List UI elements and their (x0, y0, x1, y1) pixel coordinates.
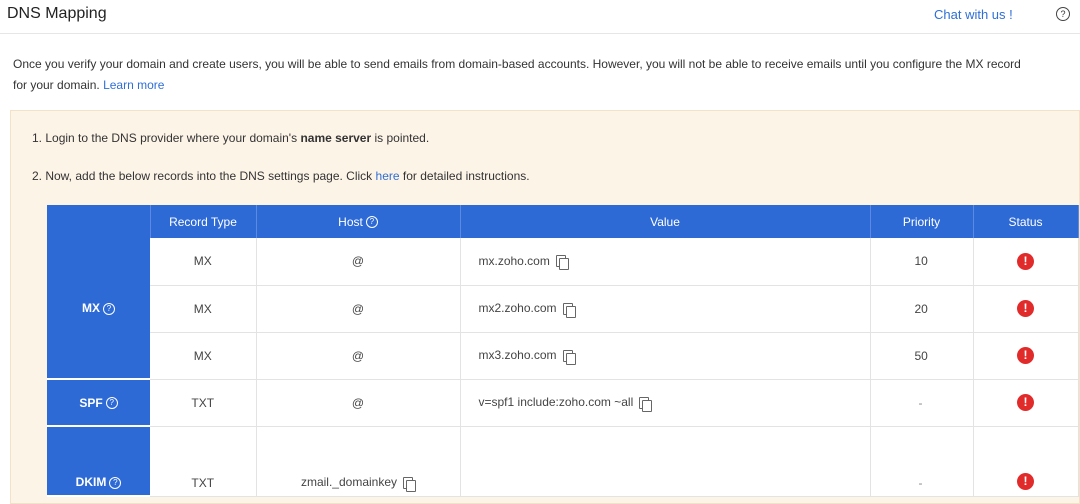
error-icon[interactable]: ! (1017, 347, 1034, 364)
column-header-host-label: Host (338, 214, 363, 229)
error-icon[interactable]: ! (1017, 300, 1034, 317)
column-header-host: Host? (256, 205, 461, 238)
copy-icon[interactable] (562, 349, 576, 365)
column-header-priority: Priority (870, 205, 974, 238)
copy-icon[interactable] (639, 396, 653, 412)
value-cell: mx3.zoho.com (460, 332, 871, 380)
spf-group-label: SPF? (47, 379, 150, 427)
table-row: SPF? TXT @ v=spf1 include:zoho.com ~all … (47, 379, 1079, 427)
column-header-value: Value (460, 205, 871, 238)
table-row: DKIM? TXT zmail._domainkey - ! (47, 426, 1079, 497)
record-type-cell: MX (150, 332, 257, 380)
chat-with-us-link[interactable]: Chat with us ! (934, 7, 1013, 22)
error-icon[interactable]: ! (1017, 252, 1034, 270)
priority-cell: 10 (870, 238, 974, 286)
column-header-status: Status (973, 205, 1079, 238)
dkim-help-icon[interactable]: ? (109, 476, 122, 489)
value-text: mx3.zoho.com (478, 348, 557, 363)
status-cell: ! (973, 379, 1079, 427)
learn-more-link[interactable]: Learn more (103, 78, 164, 92)
table-row: MX @ mx2.zoho.com 20 ! (47, 285, 1079, 333)
column-header-group (47, 205, 151, 238)
record-type-cell: TXT (150, 379, 257, 427)
step-2-pre: 2. Now, add the below records into the D… (32, 169, 376, 183)
step-2: 2. Now, add the below records into the D… (32, 169, 530, 183)
table-row: MX? MX @ mx.zoho.com 10 ! (47, 238, 1079, 380)
host-cell: @ (256, 332, 461, 380)
copy-icon[interactable] (403, 476, 417, 492)
value-cell (460, 426, 871, 497)
value-text: mx.zoho.com (478, 254, 550, 269)
dkim-group-label: DKIM? (47, 426, 150, 497)
host-cell: @ (256, 285, 461, 333)
status-cell: ! (973, 238, 1079, 286)
spf-group-text: SPF (79, 395, 103, 410)
spf-help-icon[interactable]: ? (105, 397, 118, 410)
error-icon[interactable]: ! (1017, 394, 1034, 411)
page-title: DNS Mapping (7, 5, 107, 22)
step-1-pre: 1. Login to the DNS provider where your … (32, 131, 301, 145)
copy-icon[interactable] (562, 302, 576, 318)
value-cell: mx2.zoho.com (460, 285, 871, 333)
priority-cell: 20 (870, 285, 974, 333)
value-text: mx2.zoho.com (478, 301, 557, 316)
host-help-icon[interactable]: ? (365, 216, 378, 229)
copy-icon[interactable] (555, 255, 569, 271)
page-header: DNS Mapping Chat with us ! ? (0, 0, 1080, 34)
record-type-cell: TXT (150, 426, 257, 497)
host-cell: @ (256, 238, 461, 286)
status-cell: ! (973, 426, 1079, 497)
instructions-panel: 1. Login to the DNS provider where your … (10, 110, 1080, 504)
host-text: zmail._domainkey (300, 475, 398, 490)
step-1-post: is pointed. (371, 131, 430, 145)
here-link[interactable]: here (376, 169, 400, 183)
column-header-record-type: Record Type (150, 205, 257, 238)
step-1: 1. Login to the DNS provider where your … (32, 131, 429, 145)
intro-line-1: Once you verify your domain and create u… (13, 57, 1021, 71)
record-type-cell: MX (150, 285, 257, 333)
priority-cell: - (870, 379, 974, 427)
status-cell: ! (973, 285, 1079, 333)
table-row: MX @ mx3.zoho.com 50 ! (47, 332, 1079, 380)
record-type-cell: MX (150, 238, 257, 286)
intro-line-2-text: for your domain. (13, 78, 100, 92)
error-icon[interactable]: ! (1017, 472, 1034, 490)
dkim-group-text: DKIM (75, 475, 107, 489)
host-cell: @ (256, 379, 461, 427)
mx-group-text: MX (82, 301, 100, 315)
value-cell: v=spf1 include:zoho.com ~all (460, 379, 871, 427)
status-cell: ! (973, 332, 1079, 380)
mx-group-label: MX? (47, 238, 150, 380)
dns-records-table: Record Type Host? Value Priority Status … (47, 205, 1079, 497)
mx-help-icon[interactable]: ? (103, 302, 115, 315)
help-icon[interactable]: ? (1056, 7, 1070, 21)
priority-cell: - (870, 426, 974, 497)
value-text: v=spf1 include:zoho.com ~all (478, 395, 634, 410)
step-1-bold: name server (300, 131, 372, 145)
intro-line-2: for your domain. Learn more (13, 75, 1080, 96)
step-2-post: for detailed instructions. (399, 169, 530, 183)
value-cell: mx.zoho.com (460, 238, 871, 286)
table-header-row: Record Type Host? Value Priority Status (47, 205, 1079, 238)
priority-cell: 50 (870, 332, 974, 380)
host-cell: zmail._domainkey (256, 426, 461, 497)
intro-text: Once you verify your domain and create u… (13, 54, 1080, 96)
